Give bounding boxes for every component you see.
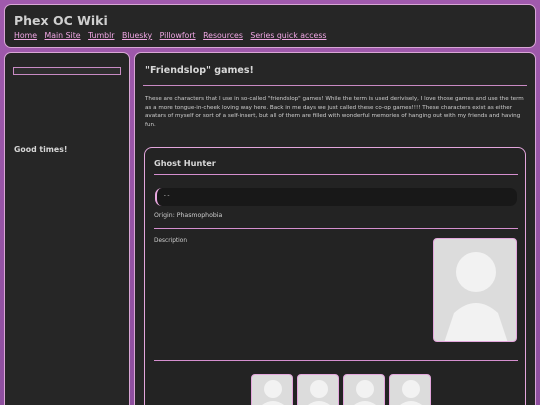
nav-bluesky-link[interactable]: Bluesky [122, 31, 152, 40]
nav-resources-link[interactable]: Resources [203, 31, 243, 40]
page-title: "Friendslop" games! [145, 65, 254, 76]
gallery-thumbnail[interactable] [343, 374, 385, 405]
description-label: Description [154, 238, 188, 244]
thumbnail-gallery [251, 374, 431, 405]
person-silhouette-icon [262, 380, 284, 405]
character-portrait[interactable] [433, 238, 517, 342]
nav-home-link[interactable]: Home [14, 31, 37, 40]
title-divider [143, 85, 527, 86]
main-content: "Friendslop" games! These are characters… [134, 52, 536, 405]
gallery-thumbnail[interactable] [389, 374, 431, 405]
gallery-thumbnail[interactable] [297, 374, 339, 405]
nav-tumblr-link[interactable]: Tumblr [88, 31, 114, 40]
gallery-thumbnail[interactable] [251, 374, 293, 405]
top-nav: Home Main Site Tumblr Bluesky Pillowfort… [14, 31, 535, 40]
nav-series-quick-access-link[interactable]: Series quick access [250, 31, 326, 40]
card-divider [154, 174, 518, 175]
sidebar-image [13, 67, 121, 75]
sidebar-tagline: Good times! [14, 145, 68, 154]
person-silhouette-icon [308, 380, 330, 405]
nav-pillowfort-link[interactable]: Pillowfort [160, 31, 196, 40]
site-header: Phex OC Wiki Home Main Site Tumblr Blues… [4, 4, 536, 48]
card-divider [154, 228, 518, 229]
site-title: Phex OC Wiki [14, 13, 108, 28]
person-silhouette-icon [400, 380, 422, 405]
card-divider [154, 360, 518, 361]
person-silhouette-icon [354, 380, 376, 405]
intro-paragraph: These are characters that I use in so-ca… [145, 96, 524, 128]
person-silhouette-icon [444, 252, 508, 341]
sidebar: Good times! [4, 52, 130, 405]
character-code-field: -- [155, 188, 517, 206]
character-origin: Origin: Phasmophobia [154, 212, 223, 219]
character-name: Ghost Hunter [154, 158, 216, 168]
character-card: Ghost Hunter -- Origin: Phasmophobia Des… [144, 147, 526, 405]
nav-main-site-link[interactable]: Main Site [45, 31, 81, 40]
